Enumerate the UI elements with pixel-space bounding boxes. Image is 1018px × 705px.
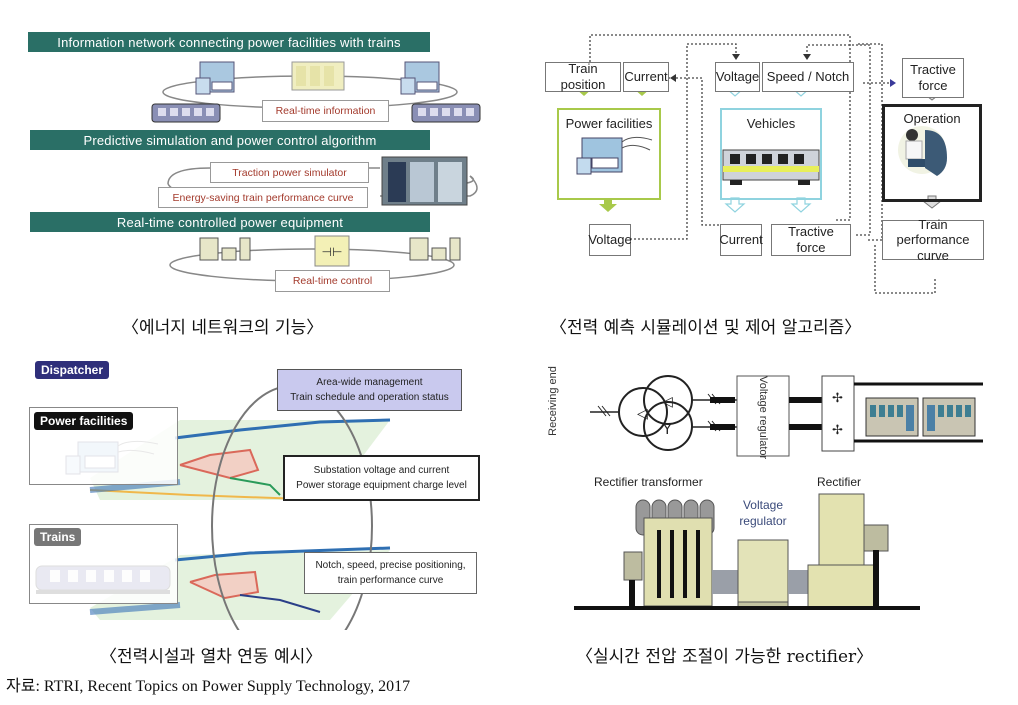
train-icon bbox=[411, 103, 481, 123]
substation-building-icon bbox=[400, 61, 440, 95]
notch-line2: train performance curve bbox=[337, 575, 444, 586]
svg-text:Y: Y bbox=[662, 422, 672, 438]
cyan-arrow bbox=[790, 197, 812, 213]
data-center-icon bbox=[291, 61, 345, 91]
substation-line2: Power storage equipment charge level bbox=[296, 480, 467, 491]
dispatcher-tag: Dispatcher bbox=[35, 361, 110, 379]
energy-curve-label: Energy-saving train performance curve bbox=[158, 187, 368, 208]
svg-text:◁: ◁ bbox=[662, 394, 673, 410]
voltage-regulator-label: Voltage regulator bbox=[739, 498, 787, 528]
train-performance-curve-box: Train performance curve bbox=[882, 217, 984, 263]
voltage-input-box: Voltage bbox=[715, 62, 760, 92]
server-rack-icon bbox=[381, 156, 468, 206]
svg-text:✢: ✢ bbox=[832, 423, 843, 438]
traction-simulator-label: Traction power simulator bbox=[210, 162, 369, 183]
converter-icon: ⊣⊢ bbox=[314, 235, 350, 267]
substation-line1: Substation voltage and current bbox=[313, 465, 450, 476]
transformer-symbol bbox=[618, 375, 693, 451]
connector-duct bbox=[788, 570, 808, 594]
current-input-box: Current bbox=[623, 62, 669, 92]
realtime-control-label: Real-time control bbox=[275, 270, 390, 292]
source-note: 자료: RTRI, Recent Topics on Power Supply … bbox=[6, 678, 411, 695]
vehicles-box: Vehicles bbox=[720, 108, 822, 200]
linkage-panel: Dispatcher Power facilities Trains Area-… bbox=[0, 350, 510, 630]
equipment-heading-bar: Real-time controlled power equipment bbox=[30, 212, 430, 232]
receiving-end-label: Receiving end bbox=[547, 366, 559, 436]
rectifier-transformer-label: Rectifier transformer bbox=[594, 475, 703, 489]
svg-text:⊣⊢: ⊣⊢ bbox=[322, 245, 343, 259]
power-facilities-tag: Power facilities bbox=[34, 412, 134, 430]
realtime-info-label: Real-time information bbox=[262, 100, 389, 122]
substation-building-icon bbox=[195, 61, 235, 95]
power-facilities-label: Power facilities bbox=[565, 116, 653, 131]
substation-info-box: Substation voltage and current Power sto… bbox=[283, 455, 480, 501]
power-facilities-box: Power facilities bbox=[557, 108, 661, 200]
operation-label: Operation bbox=[903, 111, 961, 126]
rectifier-illustration bbox=[807, 493, 889, 608]
trains-tag: Trains bbox=[34, 528, 82, 546]
svg-text:◁: ◁ bbox=[637, 406, 648, 422]
dotted-connector bbox=[668, 77, 720, 226]
voltage-output-box: Voltage bbox=[588, 224, 632, 256]
green-arrow bbox=[599, 198, 617, 212]
simulation-heading-bar: Predictive simulation and power control … bbox=[30, 130, 430, 150]
rectifier-transformer-illustration bbox=[623, 499, 715, 608]
caption-simulation: 〈전력 예측 시뮬레이션 및 제어 알고리즘〉 bbox=[550, 318, 862, 338]
caption-energy-network: 〈에너지 네트워크의 기능〉 bbox=[122, 318, 324, 338]
operation-box: Operation bbox=[882, 104, 982, 202]
connector-duct bbox=[712, 570, 738, 594]
network-heading-bar: Information network connecting power fac… bbox=[28, 32, 430, 52]
speed-notch-box: Speed / Notch bbox=[762, 62, 854, 92]
train-car-icon bbox=[865, 397, 919, 437]
energy-network-panel: ⊣⊢ Information network connecting power … bbox=[0, 0, 510, 300]
caption-rectifier: 〈실시간 전압 조절이 가능한 rectifier〉 bbox=[576, 647, 874, 667]
rectifier-panel: ◁ ◁ Y ✢ ✢ Receiving end Voltage regulato… bbox=[540, 350, 1000, 630]
vehicles-label: Vehicles bbox=[746, 116, 796, 131]
train-icon bbox=[151, 103, 221, 123]
area-wide-line2: Train schedule and operation status bbox=[290, 392, 449, 403]
train-car-icon bbox=[922, 397, 976, 437]
tractive-force-input-box: Tractive force bbox=[902, 58, 964, 98]
voltage-regulator-vertical-label: Voltage regulator bbox=[757, 376, 769, 460]
tractive-force-output-box: Tractive force bbox=[771, 224, 851, 256]
train-position-box: Train position bbox=[545, 61, 621, 92]
rectifier-graphics: ◁ ◁ Y ✢ ✢ bbox=[574, 375, 983, 610]
voltage-regulator-illustration bbox=[737, 539, 789, 609]
area-wide-info-box: Area-wide management Train schedule and … bbox=[277, 369, 462, 411]
caption-linkage: 〈전력시설과 열차 연동 예시〉 bbox=[100, 647, 323, 667]
notch-line1: Notch, speed, precise positioning, bbox=[315, 560, 466, 571]
area-wide-line1: Area-wide management bbox=[316, 377, 423, 388]
power-equipment-icon bbox=[409, 237, 461, 261]
simulation-panel: Train position Current Power facilities … bbox=[530, 20, 1000, 300]
rectifier-block bbox=[821, 375, 855, 452]
notch-info-box: Notch, speed, precise positioning, train… bbox=[304, 552, 477, 594]
cyan-arrow bbox=[724, 197, 746, 213]
svg-text:✢: ✢ bbox=[832, 391, 843, 406]
current-output-box: Current bbox=[719, 224, 763, 256]
dotted-connector bbox=[856, 43, 883, 241]
rectifier-label: Rectifier bbox=[817, 475, 862, 489]
power-equipment-icon bbox=[199, 237, 251, 261]
